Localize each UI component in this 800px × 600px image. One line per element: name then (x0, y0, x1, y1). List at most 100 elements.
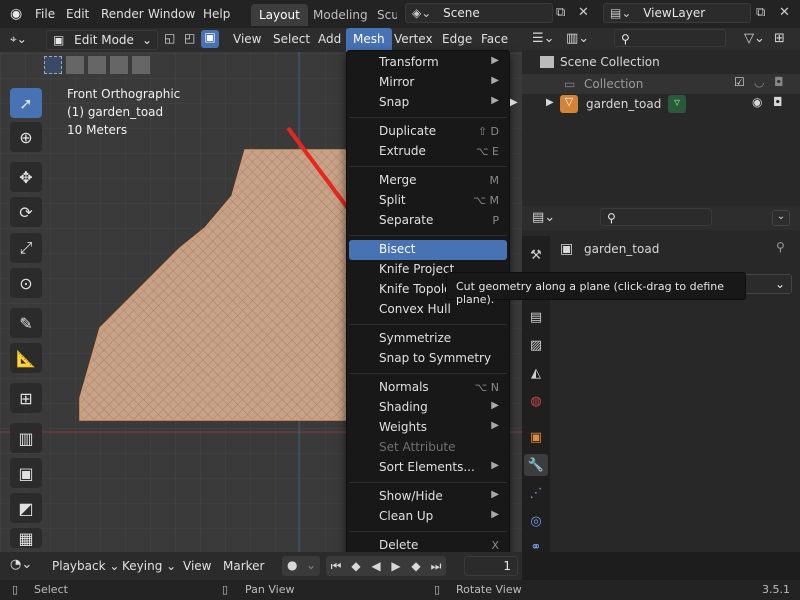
select-invert-icon[interactable] (110, 56, 128, 74)
menu-select[interactable]: Select (273, 32, 310, 46)
output-tab-icon[interactable]: ▤ (524, 306, 548, 328)
menu-playback[interactable]: Playback ⌄ (52, 559, 119, 573)
menu-item-bisect[interactable]: Bisect (349, 240, 507, 260)
menu-mesh[interactable]: Mesh (346, 28, 392, 52)
select-box-tool[interactable]: ➚ (10, 88, 42, 118)
menu-window[interactable]: Window (148, 7, 195, 21)
camera-icon[interactable]: ◘ (773, 95, 783, 109)
display-mode-icon[interactable]: ☰⌄ (532, 31, 555, 46)
menu-item-symmetrize[interactable]: Symmetrize (349, 329, 507, 349)
menu-item-mirror[interactable]: Mirror ▶ (349, 73, 507, 93)
menu-item-shading[interactable]: Shading ▶ (349, 398, 507, 418)
extrude-tool[interactable]: ▥ (10, 423, 42, 453)
view-layer-tab-icon[interactable]: ▨ (524, 334, 548, 356)
scene-tab-icon[interactable]: ◭ (524, 362, 548, 384)
menu-item-normals[interactable]: Normals ⌥ N (349, 378, 507, 398)
play-reverse-icon[interactable]: ◀ (366, 559, 386, 573)
menu-item-merge[interactable]: Merge M (349, 171, 507, 191)
eye-icon[interactable]: ◉ (752, 95, 762, 109)
menu-view[interactable]: View (233, 32, 261, 46)
menu-item-sort-elements[interactable]: Sort Elements... ▶ (349, 458, 507, 478)
filter-icon[interactable]: ▽⌄ (744, 31, 765, 46)
new-viewlayer-icon[interactable]: ⧉ (756, 5, 765, 20)
expand-arrow-icon[interactable]: ▶ (510, 97, 518, 108)
editor-type-icon[interactable]: ⌖⌄ (10, 32, 27, 47)
face-select-icon[interactable]: ▣ (201, 30, 219, 48)
select-intersect-icon[interactable] (132, 56, 150, 74)
camera-icon[interactable]: ◘ (774, 75, 784, 89)
include-checkbox-icon[interactable]: ☑ (734, 75, 745, 89)
blender-logo-icon[interactable]: ◉ (10, 6, 22, 22)
vertex-select-icon[interactable]: ◱ (164, 31, 175, 45)
tree-row-scene-collection[interactable]: Scene Collection (540, 55, 660, 69)
menu-keying[interactable]: Keying ⌄ (122, 559, 176, 573)
viewlayer-selector[interactable]: ▤⌄ ViewLayer (603, 3, 751, 23)
menu-marker[interactable]: Marker (223, 559, 264, 573)
transform-tool[interactable]: ⊙ (10, 268, 42, 298)
menu-timeline-view[interactable]: View (183, 559, 211, 573)
scale-tool[interactable]: ⤢ (10, 233, 42, 263)
rotate-tool[interactable]: ⟳ (10, 197, 42, 227)
menu-item-snap[interactable]: Snap ▶ (349, 93, 507, 113)
tab-layout[interactable]: Layout (251, 4, 308, 26)
next-keyframe-icon[interactable]: ◆ (406, 559, 426, 573)
menu-item-transform[interactable]: Transform ▶ (349, 53, 507, 73)
tree-row-collection[interactable]: ▭ Collection ☑ ◡ ◘ (522, 74, 800, 94)
menu-face[interactable]: Face (481, 32, 508, 46)
eye-closed-icon[interactable]: ◡ (754, 75, 764, 89)
record-toggle[interactable]: ● ⌄ (282, 556, 320, 576)
menu-item-duplicate[interactable]: Duplicate ⇧ D (349, 122, 507, 142)
physics-tab-icon[interactable]: ◎ (524, 510, 548, 532)
menu-item-weights[interactable]: Weights ▶ (349, 418, 507, 438)
menu-edge[interactable]: Edge (442, 32, 472, 46)
measure-tool[interactable]: 📐 (10, 343, 42, 373)
menu-item-separate[interactable]: Separate P (349, 211, 507, 231)
loop-cut-tool[interactable]: ▦ (10, 528, 42, 548)
play-icon[interactable]: ▶ (386, 559, 406, 573)
inset-tool[interactable]: ▣ (10, 458, 42, 488)
select-subtract-icon[interactable] (88, 56, 106, 74)
constraints-tab-icon[interactable]: ⚭ (524, 536, 548, 558)
menu-render[interactable]: Render (101, 7, 144, 21)
annotate-tool[interactable]: ✎ (10, 308, 42, 338)
mesh-data-icon[interactable]: ▿ (668, 95, 686, 113)
menu-file[interactable]: File (35, 7, 55, 21)
filter-view-icon[interactable]: ▥⌄ (566, 31, 589, 46)
world-tab-icon[interactable]: ◍ (524, 390, 548, 412)
delete-scene-icon[interactable]: ✕ (578, 5, 589, 20)
current-frame-field[interactable]: 1 (464, 556, 518, 576)
tree-row-garden-toad[interactable]: ▶ ▶ ▽ garden_toad ▿ ◉ ◘ (510, 94, 800, 114)
tool-tab-icon[interactable]: ⚒ (524, 244, 548, 266)
tab-sculpting[interactable]: Scu (369, 4, 397, 26)
delete-viewlayer-icon[interactable]: ✕ (779, 5, 790, 20)
menu-item-split[interactable]: Split ⌥ M (349, 191, 507, 211)
cursor-tool[interactable]: ⊕ (10, 122, 42, 152)
pin-icon[interactable]: ⚲ (776, 240, 785, 254)
menu-item-extrude[interactable]: Extrude ⌥ E (349, 142, 507, 162)
modifier-tab-icon[interactable]: 🔧 (524, 454, 548, 476)
menu-edit[interactable]: Edit (66, 7, 89, 21)
expand-arrow-icon[interactable]: ▶ (546, 97, 554, 108)
bevel-tool[interactable]: ◩ (10, 493, 42, 523)
object-tab-icon[interactable]: ▣ (524, 426, 548, 448)
particles-tab-icon[interactable]: ⋰ (524, 482, 548, 504)
scene-selector[interactable]: ◈⌄ Scene (405, 3, 553, 23)
tab-modeling[interactable]: Modeling (305, 4, 376, 26)
menu-item-snap-to-symmetry[interactable]: Snap to Symmetry (349, 349, 507, 369)
timeline-editor-icon[interactable]: ◔⌄ (10, 557, 32, 572)
menu-help[interactable]: Help (203, 7, 230, 21)
jump-start-icon[interactable]: ⏮ (326, 559, 346, 574)
new-scene-icon[interactable]: ⧉ (556, 5, 565, 20)
select-extend-icon[interactable] (66, 56, 84, 74)
menu-item-show-hide[interactable]: Show/Hide ▶ (349, 487, 507, 507)
chevron-down-icon[interactable]: ⌄ (772, 210, 790, 226)
menu-add[interactable]: Add (318, 32, 341, 46)
new-collection-icon[interactable]: ⊞ (774, 31, 785, 46)
edge-select-icon[interactable]: ◰ (184, 31, 195, 45)
prev-keyframe-icon[interactable]: ◆ (346, 559, 366, 573)
jump-end-icon[interactable]: ⏭ (426, 559, 446, 574)
outliner-search-input[interactable]: ⚲ (614, 29, 726, 47)
move-tool[interactable]: ✥ (10, 162, 42, 192)
menu-item-clean-up[interactable]: Clean Up ▶ (349, 507, 507, 527)
properties-search-input[interactable]: ⚲ (600, 208, 712, 226)
